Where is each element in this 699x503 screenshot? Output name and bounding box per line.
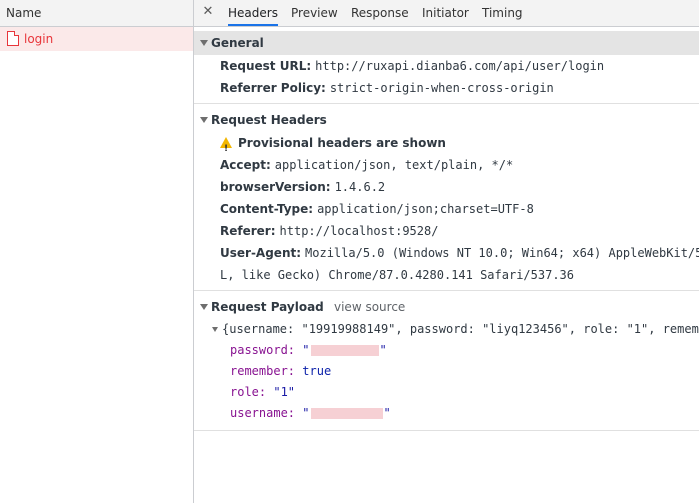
header-row-accept: Accept: application/json, text/plain, */* (194, 154, 699, 176)
prop-value: true (302, 364, 332, 378)
referrer-policy-value: strict-origin-when-cross-origin (329, 81, 554, 95)
warning-text: Provisional headers are shown (238, 136, 446, 150)
request-url-row: Request URL: http://ruxapi.dianba6.com/ap… (194, 55, 699, 77)
header-key: Referer: (220, 224, 276, 238)
payload-prop-role: role: "1" (194, 382, 699, 403)
request-headers-title: Request Headers (211, 113, 327, 127)
request-headers-section: Request Headers Provisional headers are … (194, 104, 699, 291)
prop-key: password: (230, 343, 296, 357)
prop-value: "1" (273, 385, 296, 399)
prop-key: role: (230, 385, 267, 399)
referrer-policy-row: Referrer Policy: strict-origin-when-cross… (194, 77, 699, 99)
header-value: Mozilla/5.0 (Windows NT 10.0; Win64; x64… (305, 246, 699, 260)
warning-icon (220, 137, 232, 160)
string-quote: " (379, 343, 387, 357)
collapse-triangle-icon (200, 304, 208, 310)
header-row-referer: Referer: http://localhost:9528/ (194, 220, 699, 242)
request-row-login[interactable]: login (0, 27, 193, 51)
name-column-header[interactable]: Name (0, 0, 193, 27)
string-quote: " (302, 406, 310, 420)
redacted-value (310, 408, 383, 419)
tab-preview[interactable]: Preview (291, 0, 338, 26)
general-section: General Request URL: http://ruxapi.dianba… (194, 31, 699, 104)
tab-headers[interactable]: Headers (228, 0, 278, 26)
string-quote: " (383, 406, 391, 420)
request-payload-title: Request Payload (211, 300, 324, 314)
general-title: General (211, 36, 264, 50)
close-icon[interactable]: ✕ (202, 5, 214, 19)
header-row-content-type: Content-Type: application/json;charset=UT… (194, 198, 699, 220)
payload-summary[interactable]: {username: "19919988149", password: "liy… (194, 319, 699, 340)
header-value: http://localhost:9528/ (279, 224, 439, 238)
request-payload-section: Request Payload view source {username: "… (194, 291, 699, 431)
request-payload-section-header[interactable]: Request Payload view source (194, 295, 699, 319)
header-key: browserVersion: (220, 180, 331, 194)
user-agent-continuation: L, like Gecko) Chrome/87.0.4280.141 Safa… (194, 264, 699, 286)
redacted-value (310, 345, 379, 356)
provisional-warning: Provisional headers are shown (194, 132, 699, 160)
string-quote: " (302, 343, 310, 357)
request-name: login (24, 32, 54, 46)
payload-summary-text: {username: "19919988149", password: "liy… (222, 322, 699, 336)
tab-initiator[interactable]: Initiator (422, 0, 469, 26)
request-headers-section-header[interactable]: Request Headers (194, 108, 699, 132)
tab-response[interactable]: Response (351, 0, 409, 26)
payload-prop-remember: remember: true (194, 361, 699, 382)
document-icon (7, 31, 19, 46)
collapse-triangle-icon (200, 117, 208, 123)
header-row-user-agent: User-Agent: Mozilla/5.0 (Windows NT 10.0;… (194, 242, 699, 264)
header-key: User-Agent: (220, 246, 302, 260)
payload-prop-password: password: " " (194, 340, 699, 361)
tab-timing[interactable]: Timing (482, 0, 523, 26)
details-tab-bar: ✕ Headers Preview Response Initiator Tim… (194, 0, 699, 27)
header-key: Content-Type: (220, 202, 314, 216)
request-url-value: http://ruxapi.dianba6.com/api/user/login (315, 59, 605, 73)
prop-key: remember: (230, 364, 296, 378)
header-row-browser-version: browserVersion: 1.4.6.2 (194, 176, 699, 198)
general-section-header[interactable]: General (194, 31, 699, 55)
header-value: application/json;charset=UTF-8 (317, 202, 534, 216)
request-list-panel: Name login (0, 0, 194, 503)
header-key: Accept: (220, 158, 271, 172)
view-source-link[interactable]: view source (334, 295, 405, 319)
payload-prop-username: username: " " (194, 403, 699, 424)
referrer-policy-key: Referrer Policy: (220, 81, 326, 95)
expand-triangle-icon (212, 327, 218, 332)
request-details-panel: ✕ Headers Preview Response Initiator Tim… (194, 0, 699, 503)
header-value: 1.4.6.2 (334, 180, 386, 194)
request-url-key: Request URL: (220, 59, 312, 73)
header-value: application/json, text/plain, */* (274, 158, 514, 172)
prop-key: username: (230, 406, 296, 420)
collapse-triangle-icon (200, 40, 208, 46)
header-value-continued: L, like Gecko) Chrome/87.0.4280.141 Safa… (220, 268, 575, 282)
